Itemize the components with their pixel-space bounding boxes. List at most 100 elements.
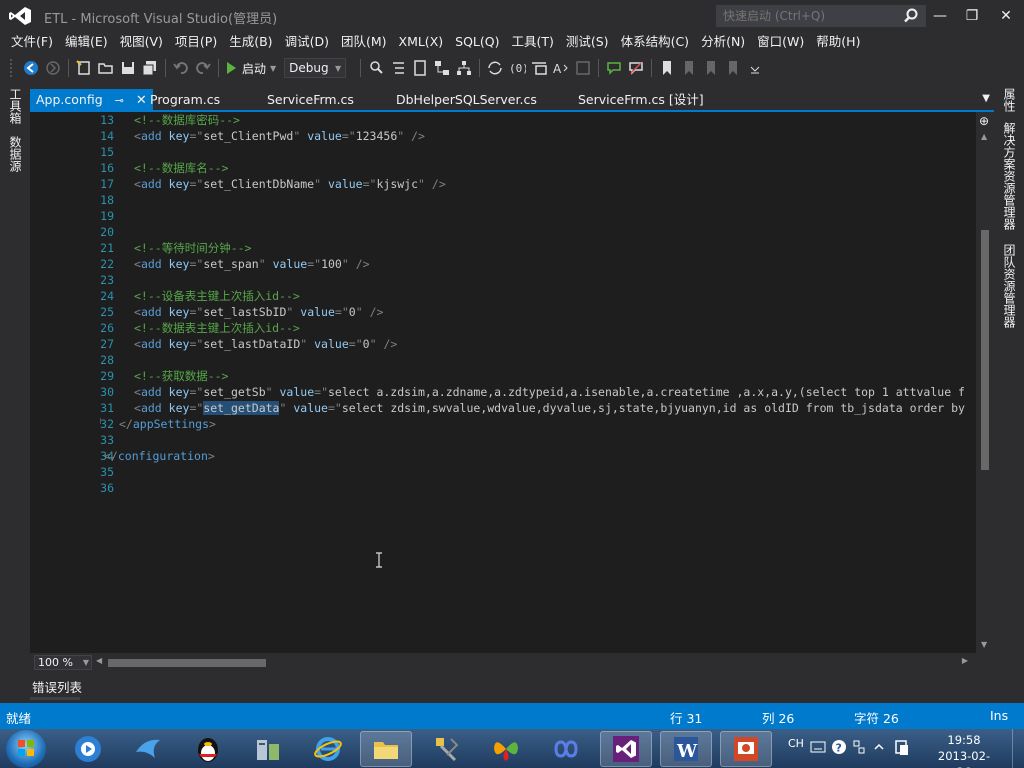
bookmark-icon[interactable] [658, 59, 676, 77]
close-icon[interactable]: ✕ [136, 90, 147, 111]
windows-logo-icon [18, 740, 34, 756]
menu-view[interactable]: 视图(V) [114, 32, 169, 52]
solution-explorer-tab[interactable]: 解决方案资源管理器 [1000, 122, 1018, 230]
show-desktop-button[interactable] [1012, 729, 1024, 768]
taskbar-qq[interactable] [182, 731, 234, 767]
pin-icon[interactable]: ⊸ [115, 90, 124, 111]
scroll-up-icon[interactable]: ▲ [981, 132, 987, 141]
tab-servicefrm-design[interactable]: ServiceFrm.cs [设计] [578, 89, 704, 110]
previous-bookmark-icon[interactable] [680, 59, 698, 77]
menu-edit[interactable]: 编辑(E) [59, 32, 114, 52]
menu-test[interactable]: 测试(S) [560, 32, 615, 52]
taskbar-visual-studio[interactable] [600, 731, 652, 767]
uncomment-icon[interactable] [627, 59, 645, 77]
visual-studio-icon [613, 736, 639, 762]
taskbar-butterfly-app[interactable] [480, 731, 532, 767]
start-debugging-button[interactable]: 启动 ▼ [227, 60, 276, 77]
menu-debug[interactable]: 调试(D) [279, 32, 335, 52]
keyboard-icon[interactable] [810, 740, 826, 754]
taskbar-word[interactable]: W [660, 731, 712, 767]
taskbar-media-player[interactable] [62, 731, 114, 767]
menu-file[interactable]: 文件(F) [5, 32, 59, 52]
save-icon[interactable] [119, 59, 137, 77]
split-editor-icon[interactable]: ⊕ [979, 114, 991, 128]
menu-xml[interactable]: XML(X) [393, 32, 450, 52]
scroll-down-icon[interactable]: ▼ [981, 640, 987, 649]
taskbar-tools-app[interactable] [420, 731, 472, 767]
menu-build[interactable]: 生成(B) [223, 32, 278, 52]
tray-settings-icon[interactable] [852, 738, 866, 756]
menu-tools[interactable]: 工具(T) [505, 32, 559, 52]
navigate-forward-icon[interactable] [44, 59, 62, 77]
menu-analyze[interactable]: 分析(N) [695, 32, 751, 52]
solution-configuration-select[interactable]: Debug ▼ [284, 58, 347, 78]
windows-start-button[interactable] [6, 730, 46, 768]
menu-help[interactable]: 帮助(H) [810, 32, 866, 52]
taskbar-internet-explorer[interactable] [302, 731, 354, 767]
redo-icon[interactable] [194, 59, 212, 77]
tab-servicefrm-cs[interactable]: ServiceFrm.cs [267, 89, 354, 110]
tabs-dropdown-icon[interactable]: ▼ [982, 93, 990, 104]
show-hidden-icons-icon[interactable] [874, 742, 884, 752]
quick-launch-input[interactable] [717, 6, 897, 26]
new-project-icon[interactable] [75, 59, 93, 77]
visual-studio-logo-icon [9, 7, 31, 25]
refresh-icon[interactable] [486, 59, 504, 77]
horizontal-scroll-thumb[interactable] [108, 659, 266, 667]
menu-project[interactable]: 项目(P) [169, 32, 223, 52]
menu-window[interactable]: 窗口(W) [751, 32, 810, 52]
next-bookmark-icon[interactable] [702, 59, 720, 77]
menu-architecture[interactable]: 体系结构(C) [615, 32, 695, 52]
comment-icon[interactable] [605, 59, 623, 77]
vertical-scroll-thumb[interactable] [981, 230, 989, 470]
minimize-button[interactable]: — [926, 4, 954, 28]
help-icon[interactable]: ? [831, 739, 847, 755]
svg-text:(0): (0) [509, 62, 526, 75]
save-all-icon[interactable] [141, 59, 159, 77]
menu-sql[interactable]: SQL(Q) [449, 32, 505, 52]
hierarchy-icon[interactable] [455, 59, 473, 77]
find-in-files-icon[interactable] [367, 59, 385, 77]
indent-icon[interactable] [530, 59, 548, 77]
navigate-back-icon[interactable] [22, 59, 40, 77]
input-language[interactable]: CH [788, 737, 804, 750]
open-file-icon[interactable] [97, 59, 115, 77]
restore-button[interactable]: ❐ [958, 4, 986, 28]
document-icon[interactable] [411, 59, 429, 77]
zoom-select[interactable]: 100 % ▼ [34, 655, 92, 670]
toolbar-grip[interactable] [10, 59, 14, 77]
outdent-icon[interactable] [574, 59, 592, 77]
vertical-scrollbar[interactable]: ⊕ ▲ ▼ [976, 112, 994, 653]
menu-team[interactable]: 团队(M) [335, 32, 393, 52]
taskbar-server-manager[interactable] [242, 731, 294, 767]
scroll-right-icon[interactable]: ▶ [962, 656, 968, 665]
search-icon[interactable] [903, 8, 919, 24]
toolbox-tab[interactable]: 工具箱 [6, 88, 24, 124]
clear-bookmarks-icon[interactable] [724, 59, 742, 77]
toolbar-overflow-icon[interactable] [746, 59, 764, 77]
datasource-tab[interactable]: 数据源 [6, 136, 24, 172]
scroll-left-icon[interactable]: ◀ [96, 656, 102, 665]
brackets-icon[interactable]: (0) [508, 59, 526, 77]
quick-launch[interactable] [716, 5, 926, 27]
close-window-button[interactable]: ✕ [992, 4, 1020, 28]
taskbar-file-explorer[interactable] [360, 731, 412, 767]
font-size-icon[interactable]: A [552, 59, 570, 77]
code-editor[interactable]: 13 14 15 16 17 18 19 20 21 22 23 24 25 26 27 28 29 30 31 32… [30, 112, 976, 653]
chevron-down-icon[interactable]: ▼ [270, 64, 276, 73]
class-diagram-icon[interactable] [433, 59, 451, 77]
format-list-icon[interactable] [389, 59, 407, 77]
taskbar-clock[interactable]: 19:58 2013-02-26 [934, 732, 994, 768]
taskbar-powerpoint[interactable] [720, 731, 772, 767]
taskbar-infinity-app[interactable] [540, 731, 592, 767]
code-area[interactable]: <!--数据库密码--> <add key="set_ClientPwd" va… [104, 112, 976, 653]
tab-dbhelper-cs[interactable]: DbHelperSQLServer.cs [396, 89, 537, 110]
properties-tab[interactable]: 属性 [1000, 88, 1018, 112]
network-icon[interactable] [894, 738, 910, 758]
team-explorer-tab[interactable]: 团队资源管理器 [1000, 244, 1018, 328]
undo-icon[interactable] [172, 59, 190, 77]
error-list-tab[interactable]: 错误列表 [32, 677, 82, 696]
taskbar-bird-app[interactable] [122, 731, 174, 767]
tab-app-config[interactable]: App.config ⊸ ✕ [30, 89, 153, 110]
tab-program-cs[interactable]: Program.cs [150, 89, 220, 110]
